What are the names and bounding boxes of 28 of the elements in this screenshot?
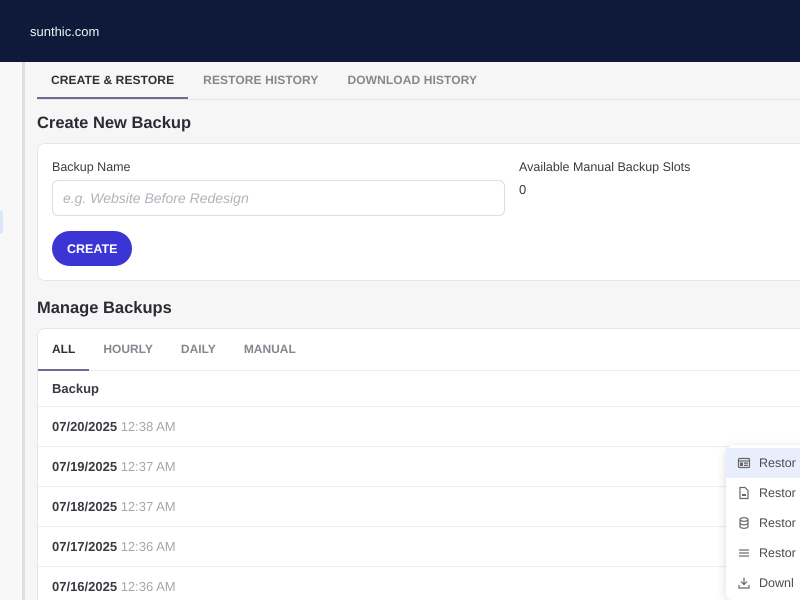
backup-timestamp: 07/16/2025 12:36 AM [52,579,176,594]
menu-item[interactable]: Downl [726,568,800,598]
filter-tab[interactable]: DAILY [166,329,230,371]
window-icon [737,456,751,470]
backup-timestamp: 07/17/2025 12:36 AM [52,539,176,554]
section-heading: Manage Backups [37,299,173,318]
document-icon [737,486,751,500]
menu-item[interactable]: Restor [726,538,800,568]
backup-timestamp: 07/19/2025 12:37 AM [52,459,176,474]
section-heading: Create New Backup [37,114,192,133]
slots-label: Available Manual Backup Slots [519,160,690,174]
backup-timestamp: 07/18/2025 12:37 AM [52,499,176,514]
create-button[interactable]: CREATE [52,231,132,266]
database-icon [737,516,751,530]
menu-item[interactable]: Restor [726,448,800,478]
filter-tab[interactable]: MANUAL [230,329,310,371]
site-title: sunthic.com [30,24,100,38]
menu-item[interactable]: Restor [726,508,800,538]
download-icon [737,576,751,590]
input-field[interactable]: e.g. Website Before Redesign [52,180,505,216]
column-header: Backup [52,381,99,396]
slots-count: 0 [519,182,528,197]
menu-item[interactable]: Restor [726,478,800,508]
filter-tab[interactable]: ALL [38,329,90,371]
tab[interactable]: CREATE & RESTORE [37,62,188,99]
backup-timestamp: 07/20/2025 12:38 AM [52,419,176,434]
field-label: Backup Name [52,160,132,174]
filter-tab[interactable]: HOURLY [89,329,167,371]
